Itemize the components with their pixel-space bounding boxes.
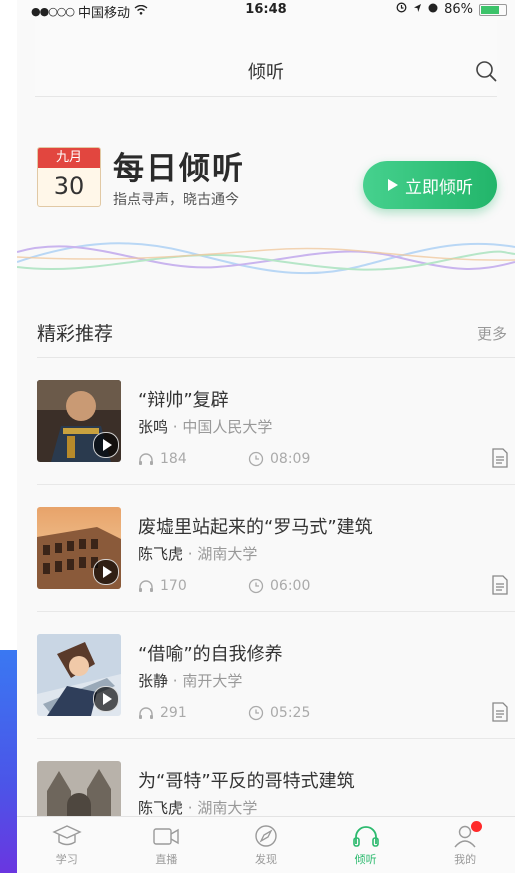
section-title: 精彩推荐 <box>37 323 114 345</box>
list-item[interactable]: 废墟里站起来的“罗马式”建筑 陈飞虎 · 湖南大学 170 06:00 <box>37 485 515 612</box>
compass-icon <box>255 825 277 847</box>
play-count: 291 <box>160 705 187 721</box>
item-author-line: 陈飞虎 · 湖南大学 <box>138 797 257 818</box>
author-separator: · <box>172 418 178 436</box>
bluetooth-icon <box>428 2 438 17</box>
page-title: 倾听 <box>248 62 284 83</box>
item-author: 陈飞虎 <box>138 799 184 817</box>
author-separator: · <box>187 545 193 563</box>
tab-study[interactable]: 学习 <box>17 817 117 873</box>
item-author: 张静 <box>138 672 169 690</box>
headphones-icon <box>139 580 153 592</box>
play-icon[interactable] <box>93 559 119 585</box>
sound-wave-decoration <box>17 242 515 275</box>
calendar-day: 30 <box>53 172 85 200</box>
document-icon[interactable] <box>491 702 509 722</box>
item-thumbnail <box>37 380 121 462</box>
background-accent-strip <box>0 650 17 873</box>
notification-badge <box>471 821 483 832</box>
play-count: 170 <box>160 578 187 594</box>
status-bar: ●●○○○ 中国移动 16:48 86% <box>17 0 515 21</box>
tab-label: 直播 <box>155 853 178 866</box>
recommend-list: “辩帅”复辟 张鸣 · 中国人民大学 184 08:09 废墟里站起来的“罗马式… <box>37 358 515 866</box>
list-item[interactable]: “借喻”的自我修养 张静 · 南开大学 291 05:25 <box>37 612 515 739</box>
recommend-section-header: 精彩推荐 更多 <box>37 297 515 358</box>
clock-icon <box>248 705 264 721</box>
battery-icon <box>479 3 507 16</box>
item-school: 湖南大学 <box>197 545 258 563</box>
headphones-icon <box>139 453 153 465</box>
item-meta: 170 06:00 <box>138 578 310 594</box>
play-icon[interactable] <box>93 432 119 458</box>
navigation-bar: 倾听 <box>35 20 497 97</box>
document-icon[interactable] <box>491 575 509 595</box>
daily-subtitle: 指点寻声，晓古通今 <box>113 192 239 208</box>
tab-discover[interactable]: 发现 <box>216 817 316 873</box>
item-school: 湖南大学 <box>197 799 258 817</box>
tab-listen[interactable]: 倾听 <box>316 817 416 873</box>
item-title: 废墟里站起来的“罗马式”建筑 <box>138 517 373 538</box>
item-title: “借喻”的自我修养 <box>138 644 283 665</box>
clock-icon <box>248 578 264 594</box>
item-school: 中国人民大学 <box>182 418 273 436</box>
listen-now-button[interactable]: 立即倾听 <box>363 161 497 209</box>
tab-label: 我的 <box>454 853 477 866</box>
battery-percent: 86% <box>444 2 473 17</box>
alarm-icon <box>396 2 407 17</box>
listen-now-label: 立即倾听 <box>405 177 473 198</box>
play-count: 184 <box>160 451 187 467</box>
headphones-icon <box>139 707 153 719</box>
document-icon[interactable] <box>491 448 509 468</box>
item-author-line: 陈飞虎 · 湖南大学 <box>138 543 257 564</box>
author-separator: · <box>187 799 193 817</box>
tab-label: 发现 <box>254 853 277 866</box>
item-thumbnail <box>37 634 121 716</box>
tab-live[interactable]: 直播 <box>117 817 217 873</box>
list-item[interactable]: “辩帅”复辟 张鸣 · 中国人民大学 184 08:09 <box>37 358 515 485</box>
item-author: 陈飞虎 <box>138 545 184 563</box>
item-title: “辩帅”复辟 <box>138 390 229 411</box>
item-school: 南开大学 <box>182 672 243 690</box>
play-triangle-icon <box>388 179 398 191</box>
calendar-badge: 九月 30 <box>37 147 101 207</box>
tab-label: 学习 <box>55 853 78 866</box>
tab-mine[interactable]: 我的 <box>415 817 515 873</box>
bottom-tab-bar: 学习 直播 发现 倾听 我的 <box>17 816 515 873</box>
item-meta: 184 08:09 <box>138 451 310 467</box>
tab-label: 倾听 <box>354 853 377 866</box>
item-thumbnail <box>37 507 121 589</box>
search-icon[interactable] <box>475 60 497 82</box>
daily-listen-banner[interactable]: 九月 30 每日倾听 指点寻声，晓古通今 立即倾听 <box>17 97 515 297</box>
video-camera-icon <box>153 828 180 845</box>
item-title: 为“哥特”平反的哥特式建筑 <box>138 771 355 792</box>
item-author-line: 张鸣 · 中国人民大学 <box>138 416 272 437</box>
phone-screen: ●●○○○ 中国移动 16:48 86% 倾听 九月 30 每日倾听 指点寻声，… <box>17 0 515 873</box>
duration: 05:25 <box>270 705 311 721</box>
item-author-line: 张静 · 南开大学 <box>138 670 242 691</box>
location-arrow-icon <box>413 2 422 17</box>
more-link[interactable]: 更多 <box>477 323 507 344</box>
duration: 08:09 <box>270 451 311 467</box>
author-separator: · <box>172 672 178 690</box>
item-meta: 291 05:25 <box>138 705 310 721</box>
daily-title: 每日倾听 <box>113 151 245 187</box>
item-author: 张鸣 <box>138 418 169 436</box>
graduation-cap-icon <box>52 825 82 846</box>
clock-icon <box>248 451 264 467</box>
duration: 06:00 <box>270 578 311 594</box>
calendar-month: 九月 <box>38 148 100 168</box>
play-icon[interactable] <box>93 686 119 712</box>
headphones-icon <box>352 826 379 847</box>
